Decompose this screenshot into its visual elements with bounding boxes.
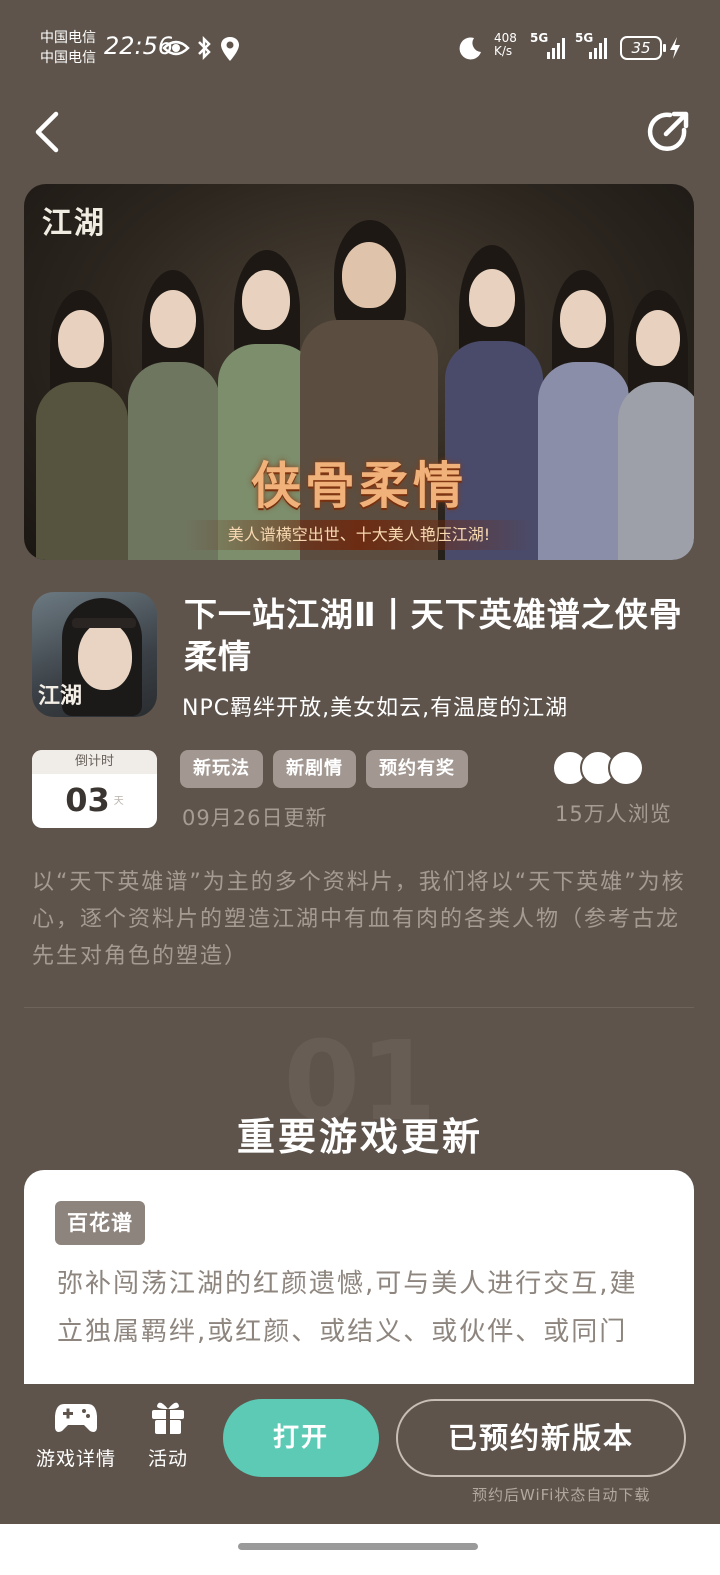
update-card-text: 弥补闯荡江湖的红颜遗憾,可与美人进行交互,建立独属羁绊,或红颜、或结义、或伙伴、… bbox=[57, 1269, 638, 1347]
location-icon bbox=[221, 37, 239, 61]
gift-icon bbox=[152, 1402, 184, 1434]
share-icon[interactable] bbox=[644, 108, 692, 156]
countdown-unit: 天 bbox=[113, 796, 124, 807]
charging-icon bbox=[670, 37, 680, 59]
moon-icon bbox=[459, 37, 481, 60]
app-subtitle: NPC羁绊开放,美女如云,有温度的江湖 bbox=[182, 696, 569, 721]
viewer-avatars bbox=[552, 750, 648, 786]
reserved-version-button[interactable]: 已预约新版本 bbox=[396, 1399, 686, 1477]
divider bbox=[24, 1007, 694, 1008]
tag-reserve-reward[interactable]: 预约有奖 bbox=[366, 750, 468, 788]
update-card: 百花谱 弥补闯荡江湖的红颜遗憾,可与美人进行交互,建立独属羁绊,或红颜、或结义、… bbox=[24, 1170, 694, 1410]
eye-icon bbox=[162, 40, 190, 56]
battery-indicator: 35 bbox=[620, 36, 666, 60]
app-icon-logo: 江湖 bbox=[38, 683, 83, 709]
countdown-value: 03 天 bbox=[32, 774, 157, 828]
chevron-left-icon[interactable] bbox=[28, 108, 68, 156]
countdown-number: 03 bbox=[65, 781, 110, 819]
banner-subtitle: 美人谱横空出世、十大美人艳压江湖! bbox=[184, 520, 534, 550]
carrier-2: 中国电信 bbox=[40, 50, 96, 66]
update-card-tag: 百花谱 bbox=[55, 1201, 145, 1245]
game-details-button[interactable]: 游戏详情 bbox=[32, 1398, 120, 1471]
tag-new-gameplay[interactable]: 新玩法 bbox=[180, 750, 263, 788]
promo-banner[interactable]: 江湖 侠骨柔情 美人谱横空出世、十大美人艳压江湖! bbox=[24, 184, 694, 560]
signal-icon bbox=[589, 38, 607, 59]
signal-icon bbox=[547, 38, 565, 59]
app-title: 下一站江湖Ⅱ丨天下英雄谱之侠骨柔情 bbox=[184, 595, 683, 676]
activity-label: 活动 bbox=[147, 1448, 188, 1470]
carrier-names: 中国电信 中国电信 bbox=[40, 28, 96, 68]
gamepad-icon bbox=[55, 1404, 97, 1432]
home-indicator[interactable] bbox=[238, 1543, 478, 1550]
game-details-label: 游戏详情 bbox=[35, 1448, 116, 1470]
bluetooth-icon bbox=[198, 36, 211, 60]
net-speed-unit: K/s bbox=[494, 44, 513, 58]
app-icon[interactable]: 江湖 bbox=[32, 592, 157, 717]
tag-new-story[interactable]: 新剧情 bbox=[273, 750, 356, 788]
game-description: 以“天下英雄谱”为主的多个资料片，我们将以“天下英雄”为核心，逐个资料片的塑造江… bbox=[32, 870, 686, 969]
activity-button[interactable]: 活动 bbox=[146, 1398, 190, 1471]
net-speed: 408 K/s bbox=[494, 32, 517, 58]
countdown-card: 倒计时 03 天 bbox=[32, 750, 157, 828]
game-logo: 江湖 bbox=[42, 206, 106, 241]
character-illustration bbox=[32, 290, 132, 560]
avatar bbox=[608, 750, 644, 786]
status-bar: 中国电信 中国电信 22:56 408 K/s 5G 5G 35 bbox=[0, 0, 720, 96]
bottom-action-bar: 游戏详情 活动 打开 已预约新版本 预约后WiFi状态自动下载 bbox=[0, 1384, 720, 1524]
view-count: 15万人浏览 bbox=[555, 802, 672, 826]
tag-list: 新玩法 新剧情 预约有奖 bbox=[180, 750, 468, 788]
banner-title: 侠骨柔情 bbox=[251, 456, 467, 515]
section-title: 重要游戏更新 bbox=[236, 1115, 483, 1159]
countdown-label: 倒计时 bbox=[32, 750, 157, 774]
reserve-note: 预约后WiFi状态自动下载 bbox=[472, 1486, 651, 1504]
carrier-1: 中国电信 bbox=[40, 30, 96, 46]
open-button[interactable]: 打开 bbox=[223, 1399, 379, 1477]
update-date: 09月26日更新 bbox=[182, 806, 328, 830]
character-illustration bbox=[614, 290, 694, 560]
